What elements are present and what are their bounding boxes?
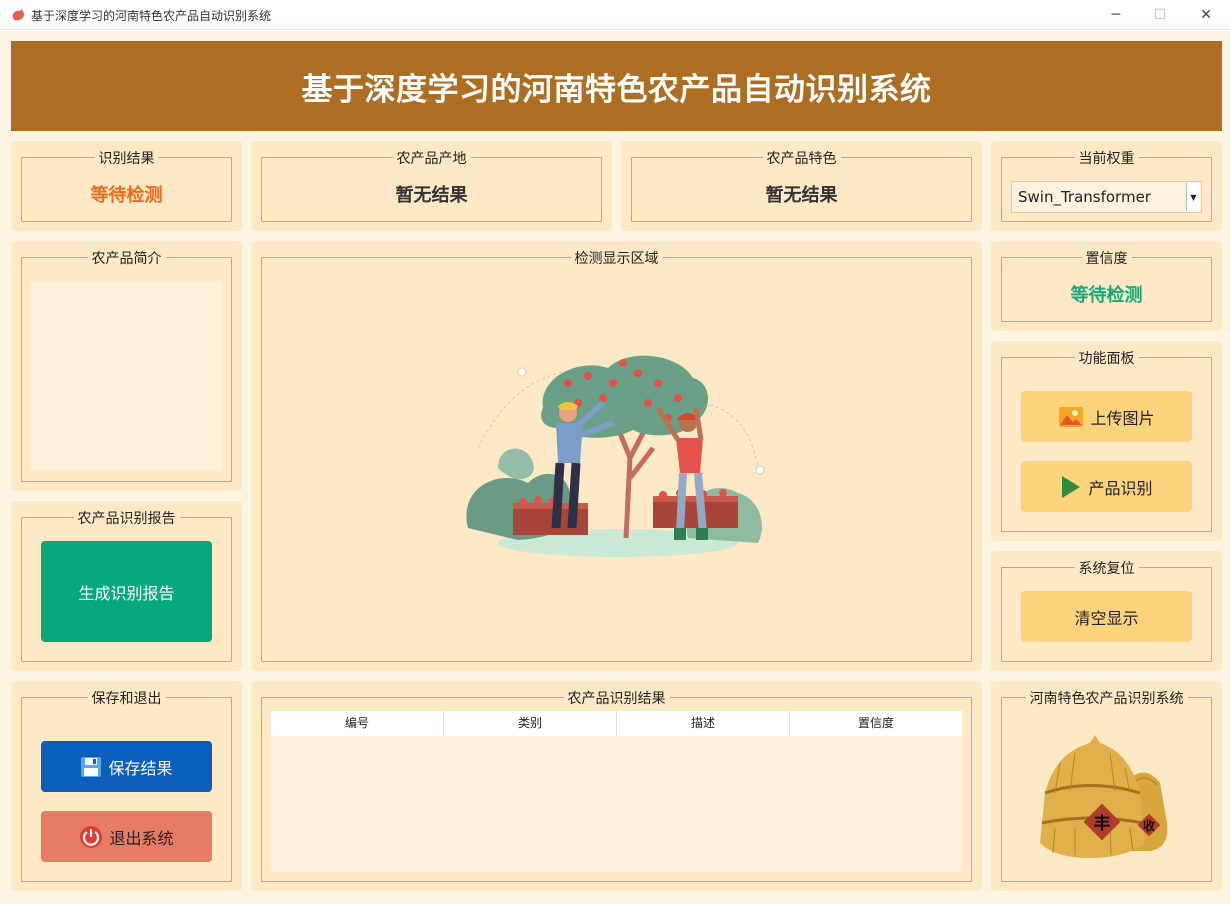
display-panel: 检测显示区域 bbox=[251, 241, 982, 671]
table-header: 编号 类别 描述 置信度 bbox=[271, 711, 962, 736]
logo-sign-1: 丰 bbox=[1094, 813, 1111, 834]
exit-label: 退出系统 bbox=[109, 828, 174, 848]
feature-panel: 农产品特色 暂无结果 bbox=[621, 141, 982, 231]
generate-report-button[interactable]: 生成识别报告 bbox=[41, 541, 212, 642]
image-icon bbox=[1059, 406, 1084, 427]
haystack-logo: 丰 收 bbox=[1040, 735, 1168, 858]
function-panel: 功能面板 上传图片 产品识别 bbox=[991, 341, 1222, 541]
intro-textbox[interactable] bbox=[31, 281, 222, 471]
power-icon bbox=[80, 825, 103, 848]
clear-display-button[interactable]: 清空显示 bbox=[1021, 591, 1192, 642]
window-title: 基于深度学习的河南特色农产品自动识别系统 bbox=[31, 9, 272, 23]
save-exit-panel: 保存和退出 保存结果 退出系统 bbox=[11, 681, 242, 891]
page-title: 基于深度学习的河南特色农产品自动识别系统 bbox=[301, 71, 932, 108]
intro-group: 农产品简介 bbox=[21, 248, 232, 482]
origin-value: 暂无结果 bbox=[395, 185, 468, 206]
feature-group: 农产品特色 暂无结果 bbox=[631, 148, 972, 222]
confidence-title: 置信度 bbox=[1081, 248, 1132, 268]
column-header-description[interactable]: 描述 bbox=[617, 711, 790, 736]
results-table[interactable]: 编号 类别 描述 置信度 bbox=[271, 711, 962, 872]
weights-selected-value: Swin_Transformer bbox=[1018, 188, 1151, 206]
recognize-button[interactable]: 产品识别 bbox=[1021, 461, 1192, 512]
function-group: 功能面板 上传图片 产品识别 bbox=[1001, 348, 1212, 532]
display-title: 检测显示区域 bbox=[570, 248, 663, 268]
origin-title: 农产品产地 bbox=[392, 148, 471, 168]
upload-image-button[interactable]: 上传图片 bbox=[1021, 391, 1192, 442]
result-value: 等待检测 bbox=[90, 185, 163, 206]
display-group: 检测显示区域 bbox=[261, 248, 972, 662]
column-header-confidence[interactable]: 置信度 bbox=[790, 711, 962, 736]
maximize-button[interactable]: ☐ bbox=[1137, 0, 1183, 30]
save-results-button[interactable]: 保存结果 bbox=[41, 741, 212, 792]
column-header-category[interactable]: 类别 bbox=[444, 711, 617, 736]
minimize-button[interactable]: ─ bbox=[1093, 0, 1139, 30]
placeholder-illustration bbox=[466, 355, 765, 557]
feature-value: 暂无结果 bbox=[765, 185, 838, 206]
report-panel: 农产品识别报告 生成识别报告 bbox=[11, 501, 242, 671]
report-group: 农产品识别报告 生成识别报告 bbox=[21, 508, 232, 662]
header-banner: 基于深度学习的河南特色农产品自动识别系统 bbox=[11, 41, 1222, 131]
upload-label: 上传图片 bbox=[1090, 408, 1155, 428]
logo-sign-2: 收 bbox=[1143, 818, 1155, 833]
column-header-id[interactable]: 编号 bbox=[271, 711, 444, 736]
exit-system-button[interactable]: 退出系统 bbox=[41, 811, 212, 862]
weights-select[interactable]: Swin_Transformer ▼ bbox=[1011, 181, 1202, 213]
origin-panel: 农产品产地 暂无结果 bbox=[251, 141, 612, 231]
reset-title: 系统复位 bbox=[1074, 558, 1139, 578]
save-exit-group: 保存和退出 保存结果 退出系统 bbox=[21, 688, 232, 882]
chevron-down-icon[interactable]: ▼ bbox=[1186, 183, 1200, 211]
weights-group: 当前权重 Swin_Transformer ▼ bbox=[1001, 148, 1212, 222]
weights-panel: 当前权重 Swin_Transformer ▼ bbox=[991, 141, 1222, 231]
save-exit-title: 保存和退出 bbox=[87, 688, 166, 708]
save-label: 保存结果 bbox=[108, 758, 173, 778]
results-title: 农产品识别结果 bbox=[563, 688, 670, 708]
results-panel: 农产品识别结果 编号 类别 描述 置信度 bbox=[251, 681, 982, 891]
play-icon bbox=[1062, 475, 1081, 498]
close-button[interactable]: ✕ bbox=[1183, 0, 1229, 30]
reset-group: 系统复位 清空显示 bbox=[1001, 558, 1212, 662]
origin-group: 农产品产地 暂无结果 bbox=[261, 148, 602, 222]
report-title: 农产品识别报告 bbox=[73, 508, 180, 528]
result-group: 识别结果 等待检测 bbox=[21, 148, 232, 222]
brand-title: 河南特色农产品识别系统 bbox=[1025, 688, 1188, 708]
intro-title: 农产品简介 bbox=[87, 248, 166, 268]
confidence-value: 等待检测 bbox=[1070, 285, 1143, 306]
brand-panel: 河南特色农产品识别系统 丰 收 bbox=[991, 681, 1222, 891]
app-icon bbox=[12, 9, 24, 21]
reset-panel: 系统复位 清空显示 bbox=[991, 551, 1222, 671]
confidence-panel: 置信度 等待检测 bbox=[991, 241, 1222, 331]
result-panel: 识别结果 等待检测 bbox=[11, 141, 242, 231]
confidence-group: 置信度 等待检测 bbox=[1001, 248, 1212, 322]
window-titlebar: 基于深度学习的河南特色农产品自动识别系统 ─ ☐ ✕ bbox=[0, 0, 1230, 30]
intro-panel: 农产品简介 bbox=[11, 241, 242, 491]
feature-title: 农产品特色 bbox=[762, 148, 841, 168]
result-title: 识别结果 bbox=[94, 148, 159, 168]
weights-title: 当前权重 bbox=[1074, 148, 1139, 168]
recognize-label: 产品识别 bbox=[1088, 478, 1153, 498]
floppy-disk-icon bbox=[81, 756, 102, 777]
main-area: 基于深度学习的河南特色农产品自动识别系统 识别结果 等待检测 农产品产地 暂无结… bbox=[0, 31, 1230, 904]
brand-group: 河南特色农产品识别系统 丰 收 bbox=[1001, 688, 1212, 882]
results-group: 农产品识别结果 编号 类别 描述 置信度 bbox=[261, 688, 972, 882]
function-title: 功能面板 bbox=[1074, 348, 1139, 368]
